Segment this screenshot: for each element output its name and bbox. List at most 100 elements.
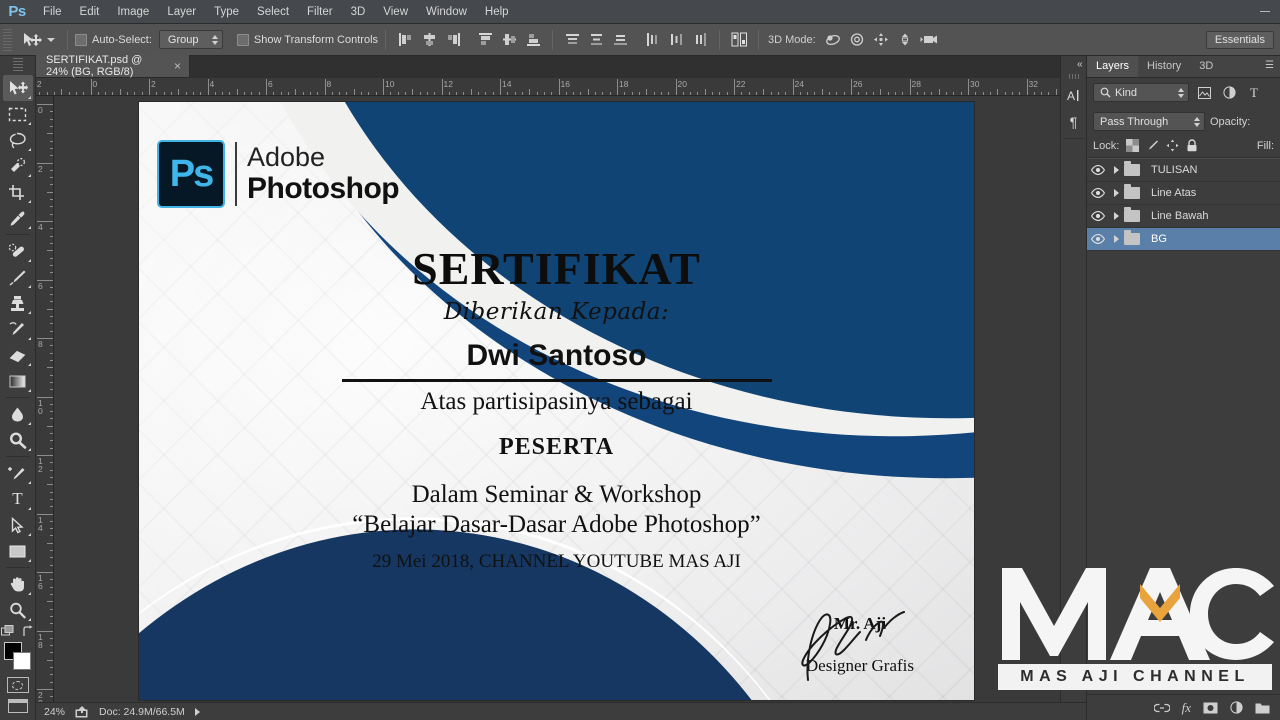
collapse-panels-icon[interactable]: «: [1061, 56, 1087, 72]
3d-roll-tool-button[interactable]: [846, 29, 870, 51]
lock-image-pixels-icon[interactable]: [1146, 139, 1159, 152]
crop-tool[interactable]: [3, 179, 33, 205]
lock-all-icon[interactable]: [1186, 139, 1198, 152]
menu-view[interactable]: View: [374, 3, 417, 21]
tab-3d[interactable]: 3D: [1190, 56, 1222, 77]
layer-visibility-eye-icon[interactable]: [1091, 188, 1106, 198]
blend-mode-dropdown[interactable]: Pass Through: [1093, 112, 1205, 131]
swap-colors-icon[interactable]: [22, 625, 35, 638]
path-selection-tool[interactable]: [3, 512, 33, 538]
eraser-tool[interactable]: [3, 342, 33, 368]
menu-select[interactable]: Select: [248, 3, 298, 21]
auto-select-checkbox[interactable]: [75, 33, 87, 46]
lasso-tool[interactable]: [3, 127, 33, 153]
close-icon[interactable]: ×: [174, 60, 181, 72]
type-tool[interactable]: T: [3, 486, 33, 512]
distribute-top-edges-button[interactable]: [560, 29, 584, 51]
menu-filter[interactable]: Filter: [298, 3, 342, 21]
character-panel-icon[interactable]: A: [1062, 83, 1086, 109]
zoom-level[interactable]: 24%: [44, 706, 65, 718]
layer-row-line-atas[interactable]: Line Atas: [1087, 182, 1280, 205]
quick-selection-tool[interactable]: [3, 153, 33, 179]
layer-mask-icon[interactable]: [1203, 702, 1218, 714]
screen-mode-button[interactable]: [7, 699, 28, 713]
menu-window[interactable]: Window: [417, 3, 476, 21]
menu-image[interactable]: Image: [108, 3, 158, 21]
layer-visibility-eye-icon[interactable]: [1091, 234, 1106, 244]
align-left-edges-button[interactable]: [393, 29, 417, 51]
background-color-swatch[interactable]: [12, 652, 31, 670]
menu-file[interactable]: File: [34, 3, 71, 21]
auto-select-scope-dropdown[interactable]: Group: [158, 30, 223, 49]
menu-layer[interactable]: Layer: [158, 3, 205, 21]
layer-group-disclosure-triangle-icon[interactable]: [1114, 235, 1119, 243]
spot-healing-brush-tool[interactable]: [3, 238, 33, 264]
zoom-tool[interactable]: [3, 597, 33, 623]
tab-history[interactable]: History: [1138, 56, 1190, 77]
panel-rail-grip[interactable]: [1068, 74, 1079, 79]
tool-preset-chevron-down-icon[interactable]: [47, 37, 55, 42]
rectangular-marquee-tool[interactable]: [3, 101, 33, 127]
align-vertical-centers-button[interactable]: [497, 29, 521, 51]
paragraph-panel-icon[interactable]: ¶: [1062, 109, 1086, 135]
hand-tool[interactable]: [3, 571, 33, 597]
panel-menu-icon[interactable]: ☰: [1259, 56, 1280, 77]
lock-position-icon[interactable]: [1166, 139, 1179, 152]
filter-pixel-layers-icon[interactable]: [1194, 83, 1214, 102]
workspace-switcher[interactable]: Essentials: [1200, 30, 1280, 49]
quick-mask-mode-button[interactable]: [6, 677, 29, 693]
status-options-chevron-icon[interactable]: [194, 707, 200, 716]
layer-row-line-bawah[interactable]: Line Bawah: [1087, 205, 1280, 228]
rectangle-tool[interactable]: [3, 538, 33, 564]
share-icon[interactable]: [75, 705, 89, 718]
layer-group-disclosure-triangle-icon[interactable]: [1114, 189, 1119, 197]
link-layers-icon[interactable]: [1153, 702, 1170, 714]
menu-edit[interactable]: Edit: [71, 3, 109, 21]
3d-pan-tool-button[interactable]: [870, 29, 894, 51]
blur-tool[interactable]: [3, 401, 33, 427]
layer-group-disclosure-triangle-icon[interactable]: [1114, 166, 1119, 174]
distribute-left-edges-button[interactable]: [640, 29, 664, 51]
move-tool[interactable]: [2, 75, 33, 101]
distribute-horizontal-centers-button[interactable]: [664, 29, 688, 51]
new-group-icon[interactable]: [1255, 702, 1270, 714]
3d-slide-tool-button[interactable]: [894, 29, 918, 51]
distribute-right-edges-button[interactable]: [688, 29, 712, 51]
distribute-bottom-edges-button[interactable]: [608, 29, 632, 51]
canvas-area[interactable]: Ps Adobe Photoshop SERTIFIKAT Diberikan …: [54, 96, 1086, 702]
show-transform-controls-checkbox[interactable]: [236, 33, 249, 46]
align-top-edges-button[interactable]: [473, 29, 497, 51]
lock-transparent-pixels-icon[interactable]: [1126, 139, 1140, 152]
options-bar-grip[interactable]: [3, 28, 12, 51]
3d-camera-tool-button[interactable]: [918, 29, 942, 51]
distribute-vertical-centers-button[interactable]: [584, 29, 608, 51]
edit-in-quick-mask-small-icon[interactable]: [0, 625, 16, 638]
auto-align-layers-button[interactable]: [727, 29, 751, 51]
layer-filter-kind-dropdown[interactable]: Kind: [1093, 83, 1189, 102]
align-bottom-edges-button[interactable]: [521, 29, 545, 51]
dodge-tool[interactable]: [3, 427, 33, 453]
certificate-artboard[interactable]: Ps Adobe Photoshop SERTIFIKAT Diberikan …: [139, 102, 974, 700]
filter-adjustment-layers-icon[interactable]: [1219, 83, 1239, 102]
menu-help[interactable]: Help: [476, 3, 518, 21]
layer-visibility-eye-icon[interactable]: [1091, 165, 1106, 175]
color-swatches[interactable]: [3, 642, 33, 672]
document-tab[interactable]: SERTIFIKAT.psd @ 24% (BG, RGB/8) ×: [36, 54, 190, 78]
gradient-tool[interactable]: [3, 368, 33, 394]
tab-layers[interactable]: Layers: [1087, 56, 1139, 77]
history-brush-tool[interactable]: [3, 316, 33, 342]
align-horizontal-centers-button[interactable]: [417, 29, 441, 51]
layer-row-bg[interactable]: BG: [1087, 228, 1280, 251]
eyedropper-tool[interactable]: [3, 205, 33, 231]
brush-tool[interactable]: [3, 264, 33, 290]
minimize-button[interactable]: [1256, 5, 1274, 19]
tool-preset-picker[interactable]: [16, 30, 60, 50]
align-right-edges-button[interactable]: [441, 29, 465, 51]
3d-orbit-tool-button[interactable]: [822, 29, 846, 51]
pen-tool[interactable]: [3, 460, 33, 486]
menu-3d[interactable]: 3D: [342, 3, 375, 21]
tools-panel-grip[interactable]: [12, 58, 23, 72]
menu-type[interactable]: Type: [205, 3, 248, 21]
layer-visibility-eye-icon[interactable]: [1091, 211, 1106, 221]
clone-stamp-tool[interactable]: [3, 290, 33, 316]
